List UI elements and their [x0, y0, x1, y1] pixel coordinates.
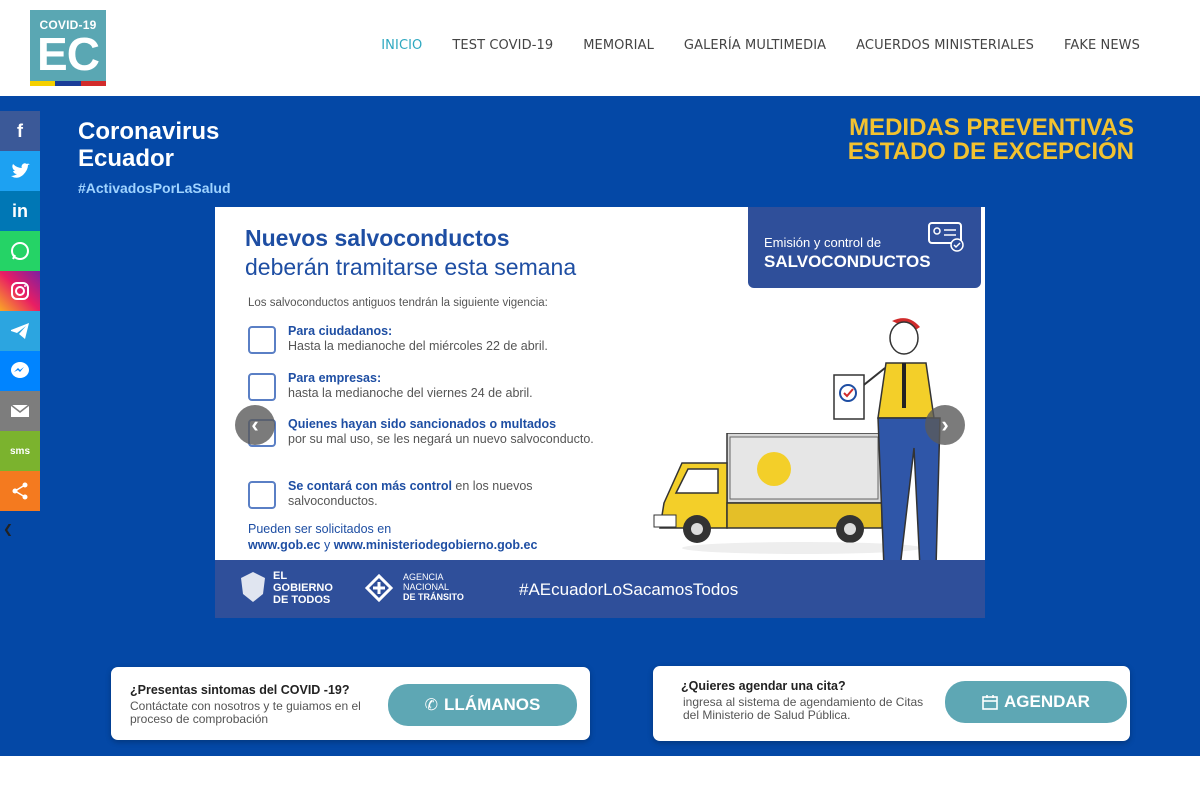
item-head: Para ciudadanos:	[288, 324, 393, 338]
cta-appointment-desc: ingresa al sistema de agendamiento de Ci…	[683, 695, 924, 722]
call-button[interactable]: ✆ LLÁMANOS	[388, 684, 577, 726]
person-illustration	[833, 318, 941, 580]
slide-footer: EL GOBIERNO DE TODOS AGENCIA NACIONAL DE…	[215, 560, 985, 618]
ant-line-2: NACIONAL	[403, 582, 450, 592]
share-icon	[12, 482, 28, 500]
req-site-1: www.gob.ec	[248, 538, 321, 552]
carousel-next-button[interactable]: ›	[925, 405, 965, 445]
carousel-slide: Nuevos salvoconductos deberán tramitarse…	[215, 207, 985, 618]
email-share-button[interactable]	[0, 391, 40, 431]
cta-call-desc: Contáctate con nosotros y te guiamos en …	[130, 699, 361, 726]
telegram-share-button[interactable]	[0, 311, 40, 351]
call-button-label: LLÁMANOS	[444, 695, 541, 714]
item-head: Para empresas:	[288, 371, 382, 385]
schedule-button[interactable]: AGENDAR	[945, 681, 1127, 723]
chevron-left-icon: ‹	[251, 412, 259, 437]
cta-call-card: ¿Presentas sintomas del COVID -19? Contá…	[111, 667, 590, 740]
hero-section: Coronavirus Ecuador #ActivadosPorLaSalud…	[0, 96, 1200, 756]
ecuador-shield-icon	[241, 572, 265, 602]
id-card-icon	[928, 222, 964, 252]
instagram-icon	[11, 282, 29, 300]
req-and: y	[323, 538, 331, 552]
brand-line-1: Coronavirus	[78, 118, 220, 145]
slide-title-bold: Nuevos salvoconductos	[245, 225, 510, 251]
sms-share-button[interactable]: sms	[0, 431, 40, 471]
nav-inicio[interactable]: INICIO	[381, 38, 422, 53]
person-icon	[248, 326, 276, 354]
more-share-button[interactable]	[0, 471, 40, 511]
twitter-share-button[interactable]	[0, 151, 40, 191]
linkedin-icon: in	[12, 200, 28, 221]
slide-title-rest: deberán tramitarse esta semana	[245, 254, 577, 280]
ant-line-1: AGENCIA	[403, 572, 444, 582]
hide-share-bar-button[interactable]: ❮	[3, 522, 13, 536]
slide-intro: Los salvoconductos antiguos tendrán la s…	[248, 297, 548, 309]
logo-main-text: EC	[37, 28, 100, 80]
whatsapp-icon	[11, 242, 29, 260]
chevron-right-icon: ›	[941, 412, 949, 437]
nav-acuerdos[interactable]: ACUERDOS MINISTERIALES	[856, 38, 1034, 53]
brand-line-2: Ecuador	[78, 145, 175, 172]
ant-logo: AGENCIA NACIONAL DE TRÁNSITO	[363, 572, 464, 603]
sms-icon: sms	[9, 445, 30, 457]
gob-line-2: GOBIERNO	[273, 582, 333, 594]
cta-appointment-card: ¿Quieres agendar una cita? ingresa al si…	[653, 666, 1130, 741]
brand-hashtag: #ActivadosPorLaSalud	[78, 180, 231, 196]
telegram-icon	[11, 323, 29, 339]
cta-call-question: ¿Presentas sintomas del COVID -19?	[130, 683, 350, 697]
cta-appointment-question: ¿Quieres agendar una cita?	[681, 679, 846, 693]
twitter-icon	[11, 163, 30, 178]
footer-hashtag: #AEcuadorLoSacamosTodos	[519, 580, 739, 599]
calendar-icon	[982, 695, 998, 710]
chevron-left-icon: ❮	[3, 522, 14, 536]
nav-memorial[interactable]: MEMORIAL	[583, 38, 654, 53]
carousel-prev-button[interactable]: ‹	[235, 405, 275, 445]
building-icon	[248, 373, 276, 401]
ant-line-3: DE TRÁNSITO	[403, 592, 464, 602]
item-head: Quienes hayan sido sancionados o multado…	[288, 417, 557, 431]
gob-line-3: DE TODOS	[273, 594, 331, 606]
nav-galeria[interactable]: GALERÍA MULTIMEDIA	[684, 38, 826, 53]
logo-flag-stripe	[30, 81, 106, 86]
item-head: Se contará con más control	[288, 479, 452, 493]
messenger-share-button[interactable]	[0, 351, 40, 391]
site-header: COVID-19 EC INICIO TEST COVID-19 MEMORIA…	[0, 0, 1200, 96]
messenger-icon	[11, 362, 29, 378]
req-line: Pueden ser solicitados en	[248, 522, 392, 536]
gob-line-1: EL	[273, 570, 288, 582]
hero-brand: Coronavirus Ecuador #ActivadosPorLaSalud	[78, 118, 231, 196]
site-logo[interactable]: COVID-19 EC	[30, 10, 106, 86]
email-icon	[10, 404, 30, 417]
facebook-share-button[interactable]: f	[0, 111, 40, 151]
slide-request-info: Pueden ser solicitados en www.gob.ec y w…	[248, 521, 537, 553]
item-text: por su mal uso, se les negará un nuevo s…	[288, 432, 594, 446]
instagram-share-button[interactable]	[0, 271, 40, 311]
whatsapp-share-button[interactable]	[0, 231, 40, 271]
gobierno-logo: EL GOBIERNO DE TODOS	[239, 570, 333, 606]
social-share-bar: f in sms	[0, 111, 40, 511]
measures-title[interactable]: MEDIDAS PREVENTIVAS ESTADO DE EXCEPCIÓN	[794, 116, 1134, 164]
main-nav: INICIO TEST COVID-19 MEMORIAL GALERÍA MU…	[381, 38, 1140, 53]
linkedin-share-button[interactable]: in	[0, 191, 40, 231]
nav-fake-news[interactable]: FAKE NEWS	[1064, 38, 1140, 53]
phone-icon: ✆	[424, 697, 439, 714]
item-text: Hasta la medianoche del miércoles 22 de …	[288, 339, 548, 353]
schedule-button-label: AGENDAR	[1004, 692, 1090, 711]
req-site-2: www.ministeriodegobierno.gob.ec	[333, 538, 538, 552]
badge-line-2: SALVOCONDUCTOS	[764, 252, 931, 271]
slide-badge: Emisión y control de SALVOCONDUCTOS	[748, 207, 981, 288]
ant-emblem-icon	[364, 573, 394, 603]
nav-test-covid[interactable]: TEST COVID-19	[452, 38, 553, 53]
web-search-icon	[248, 481, 276, 509]
item-text: hasta la medianoche del viernes 24 de ab…	[288, 386, 533, 400]
facebook-icon: f	[17, 120, 23, 141]
